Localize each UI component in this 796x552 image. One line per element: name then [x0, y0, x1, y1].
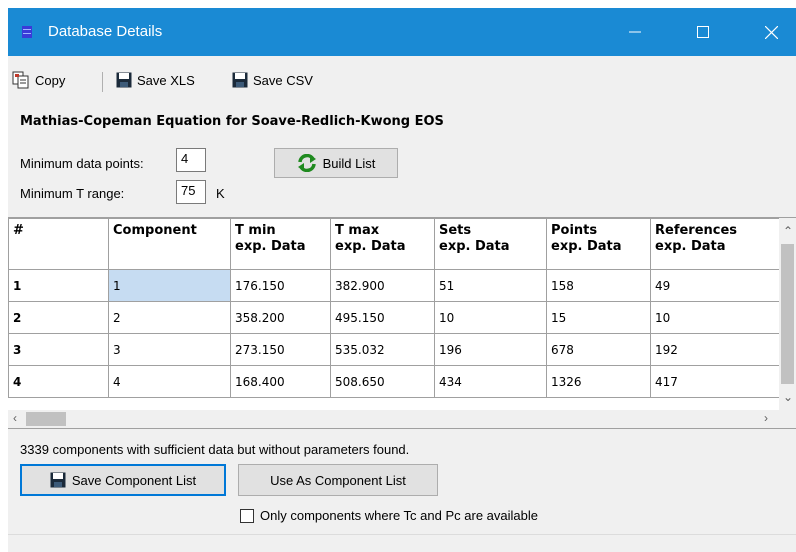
copy-icon [12, 71, 29, 89]
use-as-component-list-label: Use As Component List [270, 472, 406, 488]
table-cell[interactable]: 434 [434, 365, 547, 398]
maximize-icon [697, 26, 709, 38]
minimize-button[interactable] [612, 8, 658, 56]
horizontal-scroll-thumb[interactable] [26, 412, 66, 426]
table-row[interactable]: 1 1 176.150 382.900 51 158 49 [8, 269, 780, 302]
t-range-unit: K [216, 186, 225, 201]
table-row[interactable]: 3 3 273.150 535.032 196 678 192 [8, 333, 780, 366]
table-cell[interactable]: 358.200 [230, 301, 331, 334]
save-component-list-label: Save Component List [71, 472, 197, 488]
save-xls-label: Save XLS [137, 72, 195, 88]
table-cell[interactable]: 51 [434, 269, 547, 302]
close-icon [764, 25, 778, 39]
row-header[interactable]: 3 [8, 333, 109, 366]
table-cell[interactable]: 10 [650, 301, 780, 334]
column-header-number[interactable]: # [8, 218, 109, 270]
page-title: Mathias-Copeman Equation for Soave-Redli… [20, 114, 444, 129]
vertical-scrollbar[interactable]: ⌃ ⌄ [779, 218, 796, 410]
checkbox-box[interactable] [240, 508, 254, 523]
minimize-icon [629, 31, 641, 33]
save-xls-button[interactable]: Save XLS [116, 70, 195, 90]
row-header[interactable]: 4 [8, 365, 109, 398]
only-tc-pc-checkbox[interactable]: Only components where Tc and Pc are avai… [240, 508, 538, 523]
table-cell[interactable]: 273.150 [230, 333, 331, 366]
only-tc-pc-label: Only components where Tc and Pc are avai… [260, 508, 538, 523]
horizontal-scrollbar[interactable]: ‹ › [8, 410, 779, 428]
data-grid[interactable]: # Component T min exp. Data T max exp. Dat… [8, 217, 796, 429]
row-header[interactable]: 2 [8, 301, 109, 334]
column-header-tmin[interactable]: T min exp. Data [230, 218, 331, 270]
min-data-points-input[interactable]: 4 [176, 148, 206, 172]
scroll-left-icon[interactable]: ‹ [13, 411, 17, 425]
database-icon [22, 26, 32, 38]
maximize-button[interactable] [680, 8, 726, 56]
scroll-right-icon[interactable]: › [764, 411, 768, 425]
table-cell[interactable]: 495.150 [330, 301, 435, 334]
title-bar[interactable]: Database Details [8, 8, 796, 56]
table-cell[interactable]: 535.032 [330, 333, 435, 366]
build-list-button[interactable]: Build List [274, 148, 398, 178]
database-details-window: Database Details Copy Save XLS Save CSV … [8, 8, 796, 552]
vertical-scroll-thumb[interactable] [781, 244, 794, 384]
window-title: Database Details [48, 23, 163, 40]
floppy-disk-icon [50, 472, 66, 488]
column-header-component[interactable]: Component [108, 218, 231, 270]
table-row[interactable]: 4 4 168.400 508.650 434 1326 417 [8, 365, 780, 398]
table-cell[interactable]: 10 [434, 301, 547, 334]
table-cell[interactable]: 417 [650, 365, 780, 398]
column-header-sets[interactable]: Sets exp. Data [434, 218, 547, 270]
header-row: # Component T min exp. Data T max exp. Dat… [8, 218, 780, 270]
table-cell[interactable]: 49 [650, 269, 780, 302]
floppy-disk-icon [232, 72, 248, 88]
table-cell[interactable]: 3 [108, 333, 231, 366]
column-header-references[interactable]: References exp. Data [650, 218, 780, 270]
refresh-icon [297, 154, 316, 172]
build-list-label: Build List [322, 155, 376, 171]
scroll-corner [779, 410, 796, 428]
table-cell[interactable]: 176.150 [230, 269, 331, 302]
use-as-component-list-button[interactable]: Use As Component List [238, 464, 438, 496]
status-message: 3339 components with sufficient data but… [20, 442, 410, 457]
save-csv-button[interactable]: Save CSV [232, 70, 313, 90]
min-t-range-label: Minimum T range: [20, 186, 125, 201]
status-divider [8, 534, 796, 535]
table-cell[interactable]: 1326 [546, 365, 651, 398]
min-data-points-label: Minimum data points: [20, 156, 144, 171]
copy-label: Copy [35, 72, 66, 88]
scroll-up-icon[interactable]: ⌃ [783, 224, 793, 238]
floppy-disk-icon [116, 72, 132, 88]
table-cell[interactable]: 15 [546, 301, 651, 334]
table-cell-selected[interactable]: 1 [108, 269, 231, 302]
table-cell[interactable]: 382.900 [330, 269, 435, 302]
column-header-tmax[interactable]: T max exp. Data [330, 218, 435, 270]
toolbar-separator [102, 72, 103, 92]
table-cell[interactable]: 2 [108, 301, 231, 334]
table-cell[interactable]: 192 [650, 333, 780, 366]
min-t-range-input[interactable]: 75 [176, 180, 206, 204]
table-cell[interactable]: 4 [108, 365, 231, 398]
table-cell[interactable]: 196 [434, 333, 547, 366]
data-table: # Component T min exp. Data T max exp. Dat… [8, 218, 780, 398]
toolbar: Copy Save XLS Save CSV [8, 56, 796, 100]
column-header-points[interactable]: Points exp. Data [546, 218, 651, 270]
table-cell[interactable]: 508.650 [330, 365, 435, 398]
close-button[interactable] [748, 8, 794, 56]
save-component-list-button[interactable]: Save Component List [20, 464, 226, 496]
row-header[interactable]: 1 [8, 269, 109, 302]
copy-button[interactable]: Copy [12, 70, 65, 90]
table-cell[interactable]: 168.400 [230, 365, 331, 398]
scroll-down-icon[interactable]: ⌄ [783, 390, 793, 404]
table-cell[interactable]: 158 [546, 269, 651, 302]
save-csv-label: Save CSV [253, 72, 313, 88]
table-row[interactable]: 2 2 358.200 495.150 10 15 10 [8, 301, 780, 334]
table-cell[interactable]: 678 [546, 333, 651, 366]
